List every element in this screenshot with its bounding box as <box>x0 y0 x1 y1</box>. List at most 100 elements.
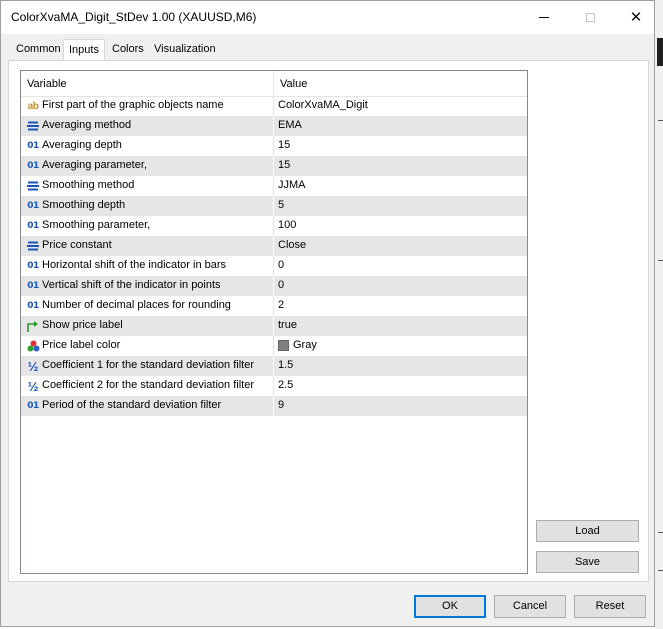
table-row[interactable]: 01 Smoothing depth 5 <box>21 196 527 216</box>
table-row[interactable]: ½ Coefficient 2 for the standard deviatio… <box>21 376 527 396</box>
ok-button[interactable]: OK <box>414 595 486 618</box>
minimize-button[interactable] <box>521 1 567 34</box>
variable-cell[interactable]: 01 Horizontal shift of the indicator in b… <box>21 256 274 276</box>
grid-header: Variable Value <box>21 71 527 97</box>
table-row[interactable]: Smoothing method JJMA <box>21 176 527 196</box>
table-row[interactable]: Price constant Close <box>21 236 527 256</box>
variable-cell[interactable]: 01 Averaging parameter, <box>21 156 274 176</box>
value-cell[interactable]: true <box>274 316 527 336</box>
value-label: EMA <box>278 119 302 131</box>
value-cell[interactable]: 0 <box>274 256 527 276</box>
reset-button[interactable]: Reset <box>574 595 646 618</box>
value-cell[interactable]: EMA <box>274 116 527 136</box>
variable-cell[interactable]: 01 Averaging depth <box>21 136 274 156</box>
tab-inputs[interactable]: Inputs <box>63 39 105 61</box>
double-fraction-icon: ½ <box>26 358 40 374</box>
value-cell[interactable]: 15 <box>274 156 527 176</box>
variable-label: Averaging depth <box>42 139 122 151</box>
table-row[interactable]: 01 Period of the standard deviation filte… <box>21 396 527 416</box>
variable-label: Vertical shift of the indicator in point… <box>42 279 221 291</box>
window-title: ColorXvaMA_Digit_StDev 1.00 (XAUUSD,M6) <box>11 10 257 24</box>
background-tick <box>658 570 663 571</box>
value-cell[interactable]: 9 <box>274 396 527 416</box>
table-row[interactable]: 01 Smoothing parameter, 100 <box>21 216 527 236</box>
variable-cell[interactable]: Smoothing method <box>21 176 274 196</box>
icon-glyph: 01 <box>27 401 39 411</box>
column-header-value[interactable]: Value <box>274 71 527 96</box>
close-button[interactable]: ✕ <box>613 1 659 34</box>
value-cell[interactable]: 0 <box>274 276 527 296</box>
value-cell[interactable]: Close <box>274 236 527 256</box>
table-row[interactable]: 01 Averaging depth 15 <box>21 136 527 156</box>
variable-label: Period of the standard deviation filter <box>42 399 222 411</box>
variable-label: Number of decimal places for rounding <box>42 299 231 311</box>
value-label: 15 <box>278 139 291 151</box>
table-row[interactable]: ab First part of the graphic objects name… <box>21 96 527 116</box>
table-row[interactable]: 01 Horizontal shift of the indicator in b… <box>21 256 527 276</box>
table-row[interactable]: ½ Coefficient 1 for the standard deviatio… <box>21 356 527 376</box>
value-label: Gray <box>293 339 317 351</box>
icon-glyph: 01 <box>27 261 39 271</box>
value-cell[interactable]: 2.5 <box>274 376 527 396</box>
integer-icon: 01 <box>26 258 40 274</box>
close-icon: ✕ <box>629 9 643 26</box>
background-tick <box>658 532 663 533</box>
icon-glyph: 01 <box>27 201 39 211</box>
color-swatch[interactable] <box>278 340 289 351</box>
variable-label: First part of the graphic objects name <box>42 99 224 111</box>
table-row[interactable]: 01 Vertical shift of the indicator in poi… <box>21 276 527 296</box>
value-label: JJMA <box>278 179 306 191</box>
variable-cell[interactable]: Price label color <box>21 336 274 356</box>
value-cell[interactable]: JJMA <box>274 176 527 196</box>
background-tick <box>658 120 663 121</box>
value-cell[interactable]: 15 <box>274 136 527 156</box>
table-row[interactable]: Show price label true <box>21 316 527 336</box>
cancel-button[interactable]: Cancel <box>494 595 566 618</box>
load-button[interactable]: Load <box>536 520 639 542</box>
variable-cell[interactable]: 01 Number of decimal places for rounding <box>21 296 274 316</box>
variable-cell[interactable]: ab First part of the graphic objects name <box>21 96 274 116</box>
variable-cell[interactable]: 01 Period of the standard deviation filte… <box>21 396 274 416</box>
value-label: 0 <box>278 259 285 271</box>
variable-cell[interactable]: Show price label <box>21 316 274 336</box>
save-button[interactable]: Save <box>536 551 639 573</box>
icon-glyph: 01 <box>27 301 39 311</box>
variable-cell[interactable]: Price constant <box>21 236 274 256</box>
enum-list-icon <box>26 238 40 254</box>
tab-common[interactable]: Common <box>16 43 61 55</box>
ab-string-icon: ab <box>26 98 40 114</box>
bool-arrow-icon <box>26 318 40 334</box>
enum-list-icon <box>26 118 40 134</box>
integer-icon: 01 <box>26 278 40 294</box>
value-cell[interactable]: Gray <box>274 336 527 356</box>
variable-label: Averaging method <box>42 119 132 131</box>
variable-label: Averaging parameter, <box>42 159 147 171</box>
double-fraction-icon: ½ <box>26 378 40 394</box>
variable-cell[interactable]: 01 Smoothing parameter, <box>21 216 274 236</box>
variable-cell[interactable]: ½ Coefficient 1 for the standard deviatio… <box>21 356 274 376</box>
variable-cell[interactable]: 01 Vertical shift of the indicator in poi… <box>21 276 274 296</box>
integer-icon: 01 <box>26 298 40 314</box>
variable-cell[interactable]: Averaging method <box>21 116 274 136</box>
variable-cell[interactable]: ½ Coefficient 2 for the standard deviatio… <box>21 376 274 396</box>
integer-icon: 01 <box>26 158 40 174</box>
table-row[interactable]: 01 Number of decimal places for rounding 2 <box>21 296 527 316</box>
value-cell[interactable]: 2 <box>274 296 527 316</box>
table-row[interactable]: Price label color Gray <box>21 336 527 356</box>
tab-colors[interactable]: Colors <box>112 43 144 55</box>
variable-label: Smoothing method <box>42 179 135 191</box>
integer-icon: 01 <box>26 198 40 214</box>
value-cell[interactable]: ColorXvaMA_Digit <box>274 96 527 116</box>
variable-cell[interactable]: 01 Smoothing depth <box>21 196 274 216</box>
value-cell[interactable]: 100 <box>274 216 527 236</box>
variable-label: Coefficient 2 for the standard deviation… <box>42 379 254 391</box>
value-label: 100 <box>278 219 297 231</box>
value-cell[interactable]: 1.5 <box>274 356 527 376</box>
tab-visualization[interactable]: Visualization <box>154 43 216 55</box>
title-bar[interactable]: ColorXvaMA_Digit_StDev 1.00 (XAUUSD,M6) … <box>1 1 654 34</box>
table-row[interactable]: Averaging method EMA <box>21 116 527 136</box>
column-header-variable[interactable]: Variable <box>21 71 274 96</box>
value-cell[interactable]: 5 <box>274 196 527 216</box>
background-tick <box>658 260 663 261</box>
table-row[interactable]: 01 Averaging parameter, 15 <box>21 156 527 176</box>
